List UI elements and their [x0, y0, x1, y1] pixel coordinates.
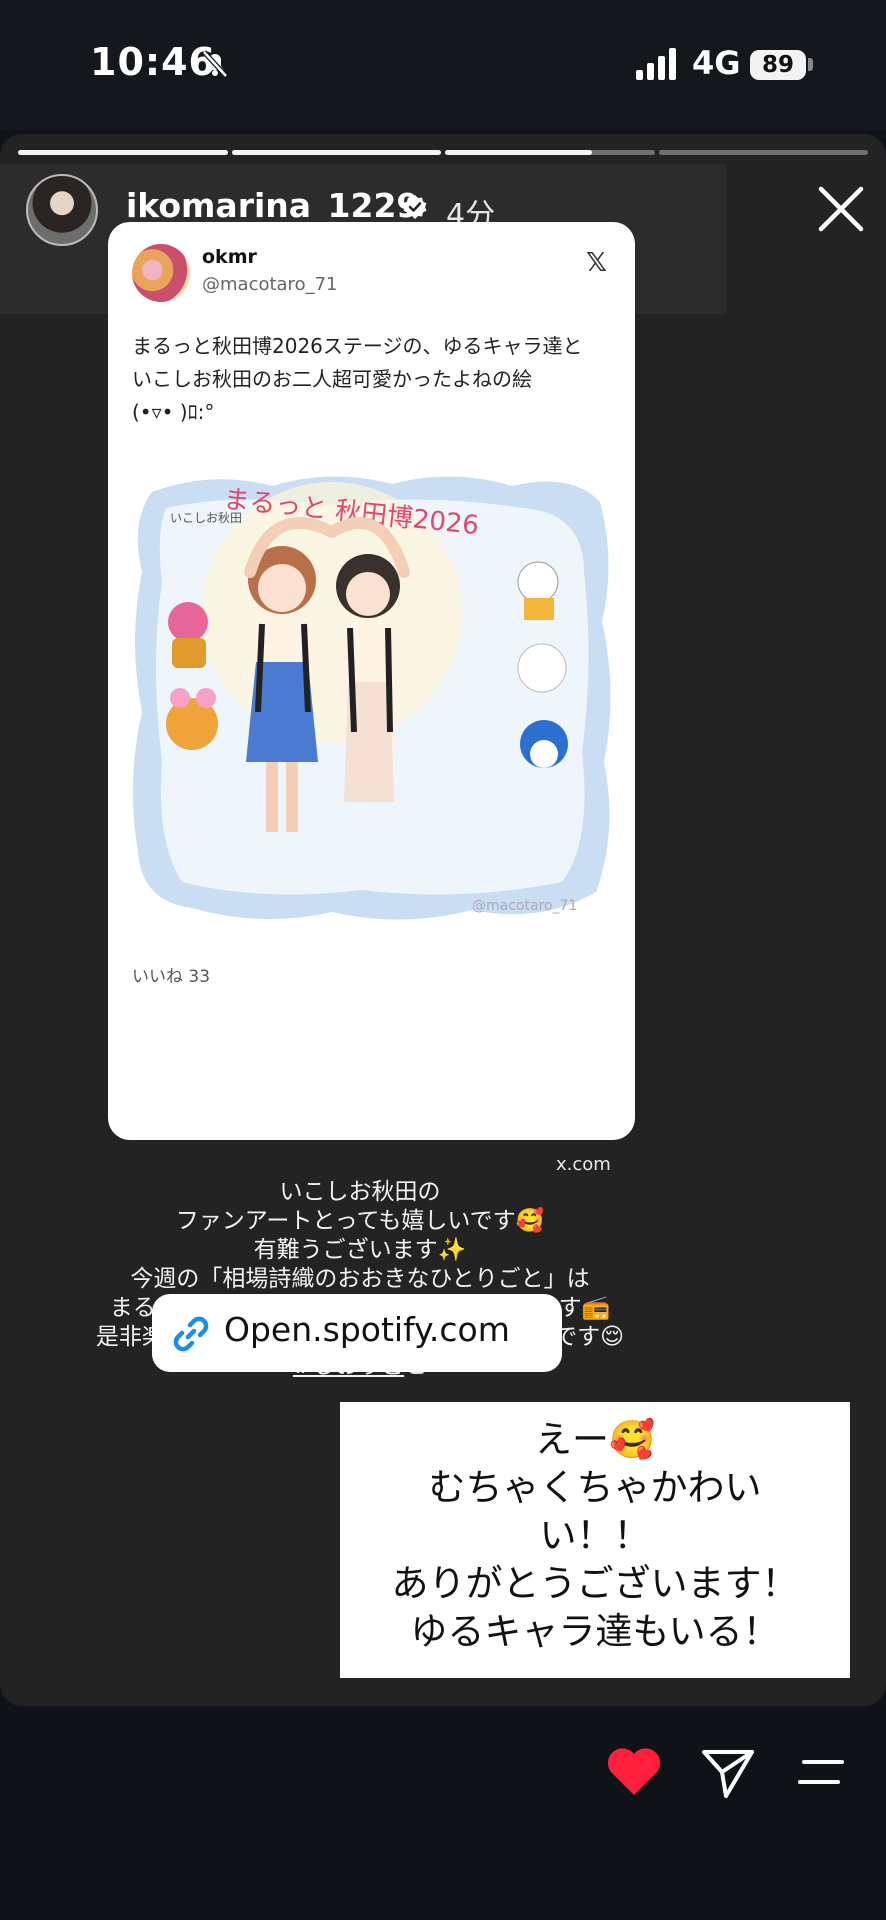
caption-line: ファンアートとっても嬉しいです🥰	[175, 1208, 545, 1234]
caption-line: 有難うございます✨	[253, 1237, 467, 1263]
progress-segment-fill	[445, 150, 592, 155]
battery-level: 89	[750, 50, 806, 80]
post-author-name: okmr	[202, 246, 257, 268]
x-logo-icon: 𝕏	[586, 248, 607, 278]
progress-segment	[231, 150, 441, 155]
progress-segment-fill	[231, 150, 441, 155]
caption-line: いこしお秋田の	[279, 1179, 441, 1205]
fan-art-image: まるっと 秋田博2026 いこしお秋田 @macotaro_71	[132, 476, 611, 920]
link-sticker-label: Open.spotify.com	[224, 1310, 510, 1349]
verified-badge-icon	[403, 195, 427, 219]
reply-line: ありがとうございます！	[391, 1562, 799, 1605]
status-bar: 10:46 4G 89	[0, 0, 886, 130]
link-icon	[173, 1316, 209, 1352]
caption-line: 今週の「相場詩織のおおきなひとりごと」は	[130, 1266, 590, 1292]
post-author-handle: @macotaro_71	[202, 274, 338, 295]
reply-line: むちゃくちゃかわい	[428, 1466, 762, 1509]
progress-segment	[445, 150, 655, 155]
embedded-post-card[interactable]: okmr @macotaro_71 𝕏 まるっと秋田博2026ステージの、ゆるキ…	[108, 222, 635, 1140]
heart-icon[interactable]	[606, 1745, 662, 1797]
post-source-domain: x.com	[556, 1154, 611, 1175]
spotify-link-sticker[interactable]: Open.spotify.com	[152, 1294, 562, 1372]
send-icon[interactable]	[700, 1744, 756, 1800]
post-likes: いいね 33	[132, 967, 211, 987]
fan-art-watermark: @macotaro_71	[472, 898, 577, 914]
story-action-bar	[0, 1710, 886, 1920]
progress-segment	[658, 150, 868, 155]
battery-cap	[808, 58, 813, 71]
bell-slash-icon	[202, 50, 228, 78]
reply-line: えー🥰	[534, 1418, 656, 1461]
post-text: まるっと秋田博2026ステージの、ゆるキャラ達と いこしお秋田のお二人超可愛かっ…	[132, 334, 583, 424]
reply-line: い！！	[539, 1514, 651, 1557]
close-icon[interactable]	[816, 184, 866, 234]
signal-bars-icon	[636, 48, 676, 80]
story-progress	[18, 150, 868, 155]
avatar[interactable]	[26, 174, 98, 246]
story-viewer[interactable]: ikomarina_1229 4分 okmr @macotaro_71 𝕏 まる…	[0, 134, 886, 1706]
post-author-avatar	[132, 244, 190, 302]
story-text-box: えー🥰 むちゃくちゃかわい い！！ ありがとうございます！ ゆるキャラ達もいる！	[340, 1402, 850, 1678]
menu-icon[interactable]	[798, 1752, 846, 1792]
story-username[interactable]: ikomarina_1229	[126, 186, 419, 225]
fan-art-badge: いこしお秋田	[170, 511, 242, 525]
progress-segment-fill	[18, 150, 228, 155]
reply-line: ゆるキャラ達もいる！	[410, 1610, 780, 1653]
network-type: 4G	[692, 44, 741, 82]
progress-segment	[18, 150, 228, 155]
